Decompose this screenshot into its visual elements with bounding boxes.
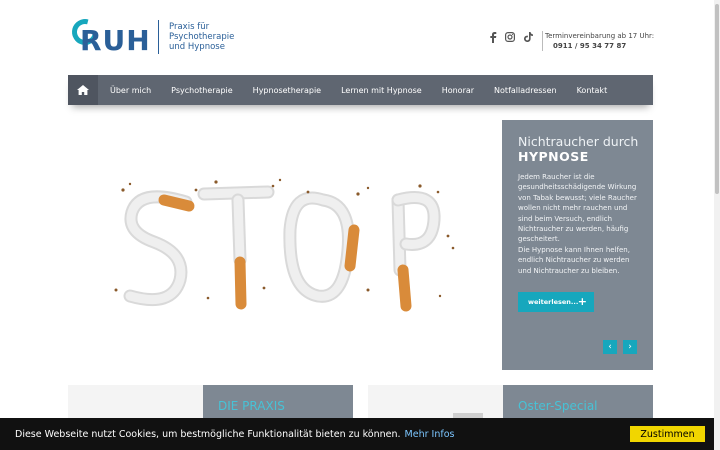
logo-line-2: Psychotherapie: [169, 32, 235, 42]
logo-line-1: Praxis für: [169, 22, 210, 32]
read-more-button[interactable]: weiterlesen... +: [518, 292, 594, 312]
slider-next-button[interactable]: ›: [623, 340, 637, 354]
site-logo[interactable]: RUH Praxis für Psychotherapie und Hypnos…: [67, 14, 234, 57]
nav-item-psychotherapie[interactable]: Psychotherapie: [161, 86, 243, 95]
cookie-text: Diese Webseite nutzt Cookies, um bestmög…: [15, 428, 401, 440]
scrollbar[interactable]: [714, 0, 720, 450]
nav-item-lernen-mit-hypnose[interactable]: Lernen mit Hypnose: [331, 86, 432, 95]
stop-cigarettes-illustration: [114, 178, 455, 312]
instagram-icon[interactable]: [505, 32, 516, 45]
cookie-more-info-link[interactable]: Mehr Infos: [405, 429, 455, 440]
nav-item-hypnosetherapie[interactable]: Hypnosetherapie: [243, 86, 331, 95]
nav-item-honorar[interactable]: Honorar: [432, 86, 484, 95]
logo-mark: RUH: [67, 14, 160, 57]
plus-icon: +: [577, 295, 587, 308]
scrollbar-thumb[interactable]: [715, 4, 719, 194]
home-icon[interactable]: [68, 75, 98, 105]
facebook-icon[interactable]: [488, 32, 498, 46]
cookie-accept-button[interactable]: Zustimmen: [630, 426, 705, 442]
slider-title-bold: HYPNOSE: [518, 149, 589, 164]
nav-item-ueber-mich[interactable]: Über mich: [100, 86, 161, 95]
tiktok-icon[interactable]: [523, 32, 533, 45]
card-oster-title: Oster-Special: [518, 399, 598, 413]
slider-paragraph-1: Jedem Raucher ist die gesundheitsschädig…: [518, 173, 637, 244]
card-praxis-title: DIE PRAXIS: [218, 399, 285, 413]
slider-prev-button[interactable]: ‹: [603, 340, 617, 354]
slider-paragraph-2: Die Hypnose kann Ihnen helfen, endlich N…: [518, 245, 630, 275]
logo-subtitle: Praxis für Psychotherapie und Hypnose: [169, 22, 234, 52]
appointment-label: Terminvereinbarung ab 17 Uhr:: [545, 32, 655, 40]
main-nav: Über mich Psychotherapie Hypnosetherapie…: [68, 75, 653, 105]
slider-title: Nichtraucher durch: [518, 134, 639, 149]
nav-item-kontakt[interactable]: Kontakt: [567, 86, 618, 95]
read-more-label: weiterlesen...: [528, 298, 579, 306]
slider-text: Jedem Raucher ist die gesundheitsschädig…: [518, 172, 643, 276]
chevron-right-icon: ›: [628, 342, 632, 352]
phone-number[interactable]: 0911 / 95 34 77 87: [545, 41, 654, 51]
chevron-left-icon: ‹: [608, 342, 612, 352]
contact-info: Terminvereinbarung ab 17 Uhr: 0911 / 95 …: [542, 31, 654, 51]
cookie-banner: Diese Webseite nutzt Cookies, um bestmög…: [0, 418, 720, 450]
hero-image: [68, 120, 502, 370]
logo-line-3: und Hypnose: [169, 42, 225, 52]
nav-item-notfalladressen[interactable]: Notfalladressen: [484, 86, 567, 95]
logo-letters: RUH: [80, 24, 151, 57]
slider-panel: Nichtraucher durch HYPNOSE Jedem Raucher…: [502, 120, 653, 370]
